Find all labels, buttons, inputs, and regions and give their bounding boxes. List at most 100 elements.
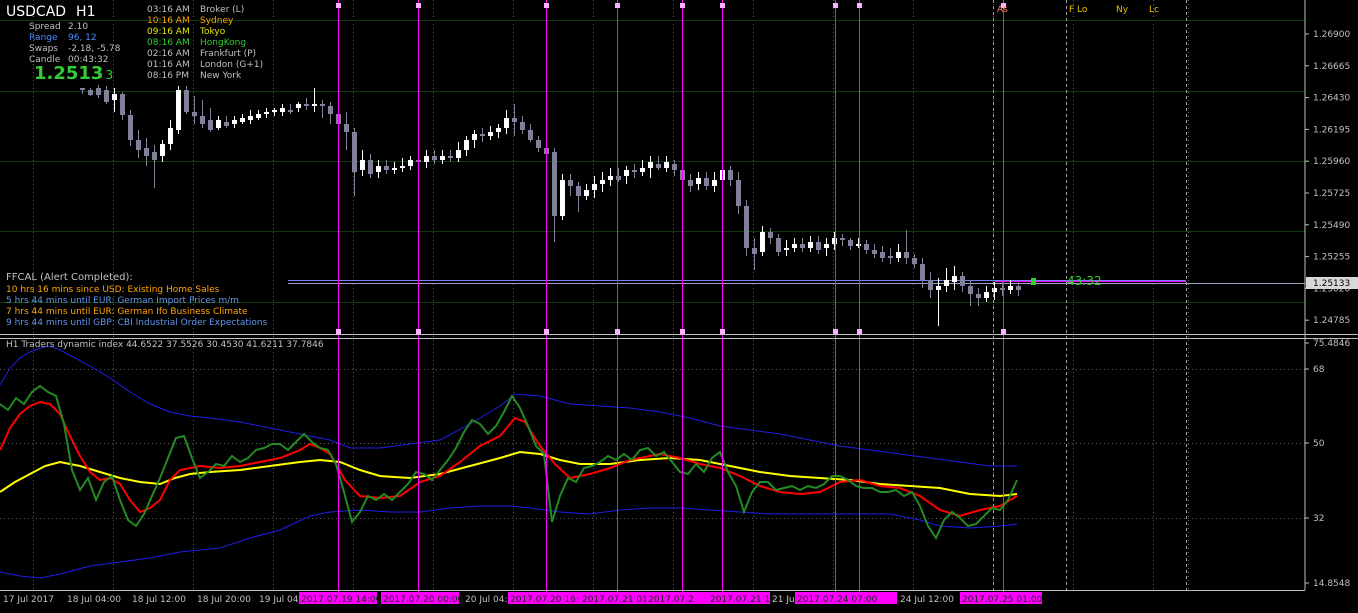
price-axis[interactable]: 1.26900 1.26665 1.26430 1.26195 1.25960 1.257… [1305, 30, 1358, 326]
vline-handle-bottom [680, 329, 685, 334]
candle-body [952, 276, 957, 282]
candle-body [104, 90, 109, 102]
rsi-signal-line [0, 384, 1018, 541]
candle-body [352, 132, 357, 172]
candle-body [664, 162, 669, 168]
candle-body [304, 104, 309, 106]
candle-body [760, 232, 765, 252]
price-tick-label: 1.26195 [1313, 125, 1350, 135]
candle-body [672, 164, 677, 170]
candle-body [504, 118, 509, 128]
vline-handle-top [680, 3, 685, 8]
candle-countdown: 43:32 [1067, 274, 1102, 288]
indicator-tick-label: 14.8548 [1313, 579, 1350, 589]
candle-body [264, 112, 269, 114]
candle-body [392, 168, 397, 170]
candle-body [736, 180, 741, 206]
price-tick-label: 1.26900 [1313, 30, 1350, 40]
candle-body [840, 238, 845, 240]
vline-handle-bottom [615, 329, 620, 334]
session-marker-asia: As [997, 5, 1008, 15]
candle-body [160, 144, 165, 156]
indicator-tick-label: 75.4846 [1313, 339, 1350, 349]
vline-handle-bottom [857, 329, 862, 334]
candle-body [224, 122, 229, 126]
symbol-header: USDCAD H1 [6, 4, 105, 20]
time-axis[interactable]: 17 Jul 2017 18 Jul 04:00 18 Jul 12:00 18 Ju… [3, 592, 1043, 605]
vline-handle-top [336, 3, 341, 8]
vline-handle-bottom [416, 329, 421, 334]
vline-handle-top [615, 3, 620, 8]
candle-body [528, 130, 533, 140]
candle-body [848, 240, 853, 246]
indicator-tick-label: 50 [1313, 439, 1325, 449]
time-tick-label: 18 Jul 12:00 [132, 595, 186, 605]
candle-body [832, 238, 837, 244]
indicator-tick-label: 68 [1313, 365, 1325, 375]
event-vertical-lines[interactable] [336, 0, 1187, 603]
candle-body [984, 292, 989, 298]
candle-body [584, 190, 589, 196]
candle-body [768, 232, 773, 238]
candle-body [944, 280, 949, 286]
ffcal-news-panel: FFCAL (Alert Completed): 10 hrs 16 mins … [6, 272, 267, 329]
session-broker: 03:16 AM Broker (L) [147, 5, 245, 15]
price-tick-label: 1.25255 [1313, 253, 1350, 263]
candle-body [208, 120, 213, 130]
candle-body [400, 166, 405, 168]
vline-handle-bottom [336, 329, 341, 334]
candle-body [112, 94, 117, 100]
candle-body [864, 244, 869, 250]
symbol-name: USDCAD [6, 4, 67, 20]
countdown-marker [1031, 278, 1036, 285]
price-lines [288, 278, 1305, 285]
time-tick-label: 2017.07.19 14:00 [301, 595, 382, 605]
ffcal-item: 5 hrs 44 mins until EUR: German Import P… [6, 296, 240, 306]
candle-body [456, 150, 461, 158]
session-london: 01:16 AM London (G+1) [147, 60, 264, 70]
candle-body [424, 156, 429, 162]
candle-body [912, 258, 917, 264]
candle-body [272, 110, 277, 112]
candle-body [808, 242, 813, 248]
session-frankfurt: 02:16 AM Frankfurt (P) [147, 49, 257, 59]
candle-body [920, 264, 925, 280]
time-tick-label: 2017.07.25 01:00 [962, 595, 1043, 605]
candle-body [520, 122, 525, 130]
candle-body [480, 134, 485, 136]
candle-body [1000, 288, 1005, 290]
time-tick-label: 18 Jul 20:00 [197, 595, 251, 605]
candle-body [152, 152, 157, 160]
indicator-axis[interactable]: 75.4846 68 50 32 14.8548 [1305, 339, 1350, 589]
candle-body [568, 180, 573, 186]
candle-body [368, 160, 373, 174]
vline-handle-top [544, 3, 549, 8]
candle-body [184, 90, 189, 112]
candle-body [744, 206, 749, 248]
candle-body [176, 90, 181, 130]
time-tick-label: 21 Jul [772, 595, 797, 605]
vline-handle-bottom [720, 329, 725, 334]
candle-body [880, 252, 885, 258]
vline-handle-top [857, 3, 862, 8]
vline-handle-bottom [544, 329, 549, 334]
info-range: Range 96, 12 [29, 33, 97, 43]
candle-body [1008, 286, 1013, 290]
candle-body [88, 90, 93, 95]
candle-body [616, 176, 621, 180]
candle-body [552, 152, 557, 216]
ffcal-item: 7 hrs 44 mins until EUR: German Ifo Busi… [6, 307, 248, 317]
vline-handle-bottom [1001, 329, 1006, 334]
session-tokyo: 09:16 AM Tokyo [147, 27, 226, 37]
ffcal-title: FFCAL (Alert Completed): [6, 272, 133, 283]
candle-body [168, 128, 173, 144]
candle-body [232, 120, 237, 124]
candle-body [888, 256, 893, 258]
candle-body [536, 140, 541, 148]
time-tick-label: 24 Jul 12:00 [900, 595, 954, 605]
candle-body [408, 160, 413, 166]
price-tick-label: 1.26665 [1313, 62, 1350, 72]
candle-body [688, 180, 693, 186]
candle-body [120, 94, 125, 115]
candle-body [512, 118, 517, 122]
